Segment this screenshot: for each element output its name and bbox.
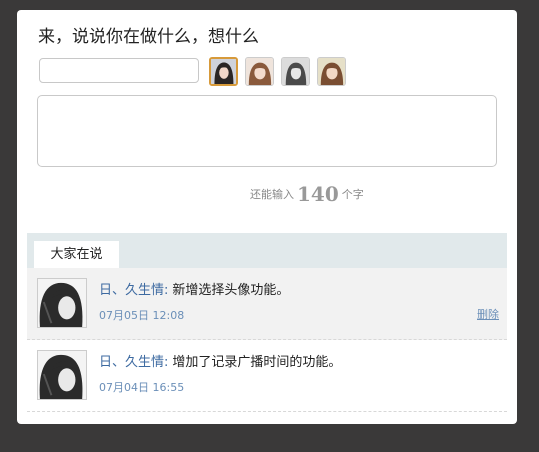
post-message: 增加了记录广播时间的功能。	[172, 355, 342, 370]
avatar-option-3[interactable]	[281, 57, 310, 86]
avatar-option-2[interactable]	[245, 57, 274, 86]
avatar-option-1-image	[211, 59, 236, 84]
user-avatar[interactable]	[37, 278, 87, 328]
avatar-picker	[209, 57, 346, 86]
post-timestamp: 07月04日 16:55	[99, 381, 185, 394]
post-timestamp: 07月05日 12:08	[99, 309, 185, 322]
remaining-count: 140	[297, 182, 339, 206]
name-input[interactable]	[39, 58, 199, 83]
post-author-link[interactable]: 日、久生情	[99, 283, 164, 298]
avatar-option-4-image	[318, 58, 345, 85]
user-avatar[interactable]	[37, 350, 87, 400]
post-author-link[interactable]: 日、久生情	[99, 355, 164, 370]
feed-item: 日、久生情: 新增选择头像功能。 07月05日 12:08 删除	[27, 268, 507, 340]
broadcast-panel: 来，说说你在做什么，想什么 还能输入 140 个字 大家在说 日、久生情: 新增…	[17, 10, 517, 424]
composer-title: 来，说说你在做什么，想什么	[38, 27, 259, 47]
feed-section: 大家在说 日、久生情: 新增选择头像功能。 07月05日 12:08 删除 日、…	[27, 233, 507, 424]
avatar-option-2-image	[246, 58, 273, 85]
user-avatar-image	[38, 279, 86, 327]
delete-post-link[interactable]: 删除	[477, 306, 499, 322]
char-counter: 还能输入 140 个字	[250, 182, 364, 206]
post-line: 日、久生情: 新增选择头像功能。	[99, 279, 289, 298]
author-separator: :	[164, 355, 169, 370]
tab-everyone[interactable]: 大家在说	[34, 241, 119, 268]
avatar-option-3-image	[282, 58, 309, 85]
counter-prefix: 还能输入	[250, 188, 294, 201]
avatar-option-1[interactable]	[209, 57, 238, 86]
feed-tabbar: 大家在说	[27, 233, 507, 268]
feed-item: 日、久生情: 增加了记录广播时间的功能。 07月04日 16:55	[27, 340, 507, 412]
author-separator: :	[164, 283, 169, 298]
avatar-option-4[interactable]	[317, 57, 346, 86]
post-line: 日、久生情: 增加了记录广播时间的功能。	[99, 351, 341, 370]
counter-suffix: 个字	[341, 188, 364, 201]
broadcast-content-input[interactable]	[37, 95, 497, 167]
user-avatar-image	[38, 351, 86, 399]
post-message: 新增选择头像功能。	[172, 283, 290, 298]
